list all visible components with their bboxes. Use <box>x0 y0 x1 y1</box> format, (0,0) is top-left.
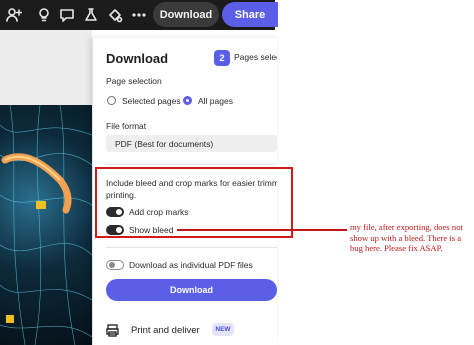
selected-pages-radio[interactable] <box>107 96 116 105</box>
design-artwork-image[interactable] <box>0 105 92 345</box>
annotation-highlight-box <box>95 167 293 238</box>
print-and-deliver-label: Print and deliver <box>131 325 200 336</box>
divider <box>106 164 277 165</box>
all-pages-radio[interactable] <box>183 96 192 105</box>
comment-icon[interactable] <box>57 5 77 25</box>
fill-settings-icon[interactable] <box>105 5 125 25</box>
print-deliver-icon <box>106 324 119 337</box>
selected-pages-label[interactable]: Selected pages <box>122 96 181 106</box>
top-toolbar: Download Share <box>0 0 278 30</box>
page-selection-heading: Page selection <box>106 76 162 86</box>
annotation-note: my file, after exporting, does not show … <box>350 222 463 253</box>
download-button[interactable]: Download <box>106 279 277 301</box>
pages-count-badge: 2 <box>214 50 230 66</box>
add-person-icon[interactable] <box>4 5 24 25</box>
lightbulb-icon[interactable] <box>34 5 54 25</box>
divider <box>106 247 277 248</box>
share-button[interactable]: Share <box>222 2 278 27</box>
pages-selected-label: Pages selected <box>234 52 277 62</box>
flask-icon[interactable] <box>81 5 101 25</box>
file-format-select[interactable]: PDF (Best for documents) <box>106 135 277 152</box>
new-badge: NEW <box>212 323 234 336</box>
file-format-heading: File format <box>106 121 147 131</box>
panel-title: Download <box>106 51 169 66</box>
all-pages-label[interactable]: All pages <box>198 96 233 106</box>
annotation-arrow-line <box>177 229 347 231</box>
individual-pdf-toggle[interactable] <box>106 260 124 270</box>
individual-pdf-label: Download as individual PDF files <box>129 260 253 270</box>
download-button-top[interactable]: Download <box>153 2 219 27</box>
more-icon[interactable] <box>129 5 149 25</box>
